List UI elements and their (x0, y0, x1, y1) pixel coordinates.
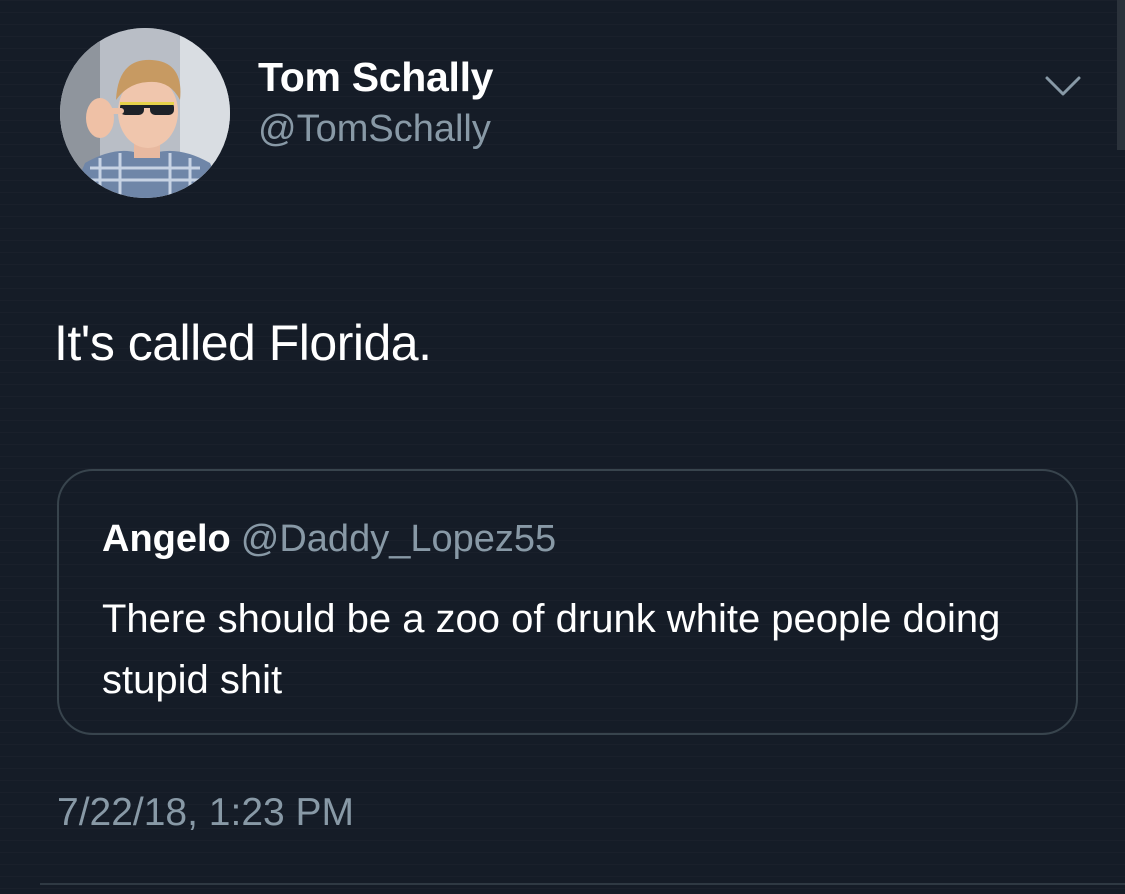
author-handle[interactable]: @TomSchally (258, 106, 493, 152)
quoted-tweet-text: There should be a zoo of drunk white peo… (102, 597, 1001, 702)
tweet-timestamp[interactable]: 7/22/18, 1:23 PM (57, 790, 354, 836)
chevron-down-icon[interactable] (1043, 74, 1083, 98)
avatar[interactable] (60, 28, 230, 198)
avatar-photo (60, 28, 230, 198)
quoted-author-display-name: Angelo (102, 518, 231, 560)
quoted-tweet[interactable]: Angelo @Daddy_Lopez55 There should be a z… (57, 469, 1078, 735)
tweet-author: Tom Schally @TomSchally (258, 52, 493, 152)
quoted-tweet-header: Angelo @Daddy_Lopez55 (102, 517, 556, 561)
author-display-name[interactable]: Tom Schally (258, 52, 493, 102)
scrollbar-thumb[interactable] (1117, 0, 1125, 150)
divider (40, 883, 1125, 885)
tweet-text: It's called Florida. (54, 315, 432, 371)
tweet-card: Tom Schally @TomSchally It's called Flor… (0, 0, 1125, 894)
quoted-author-handle: @Daddy_Lopez55 (240, 518, 557, 560)
